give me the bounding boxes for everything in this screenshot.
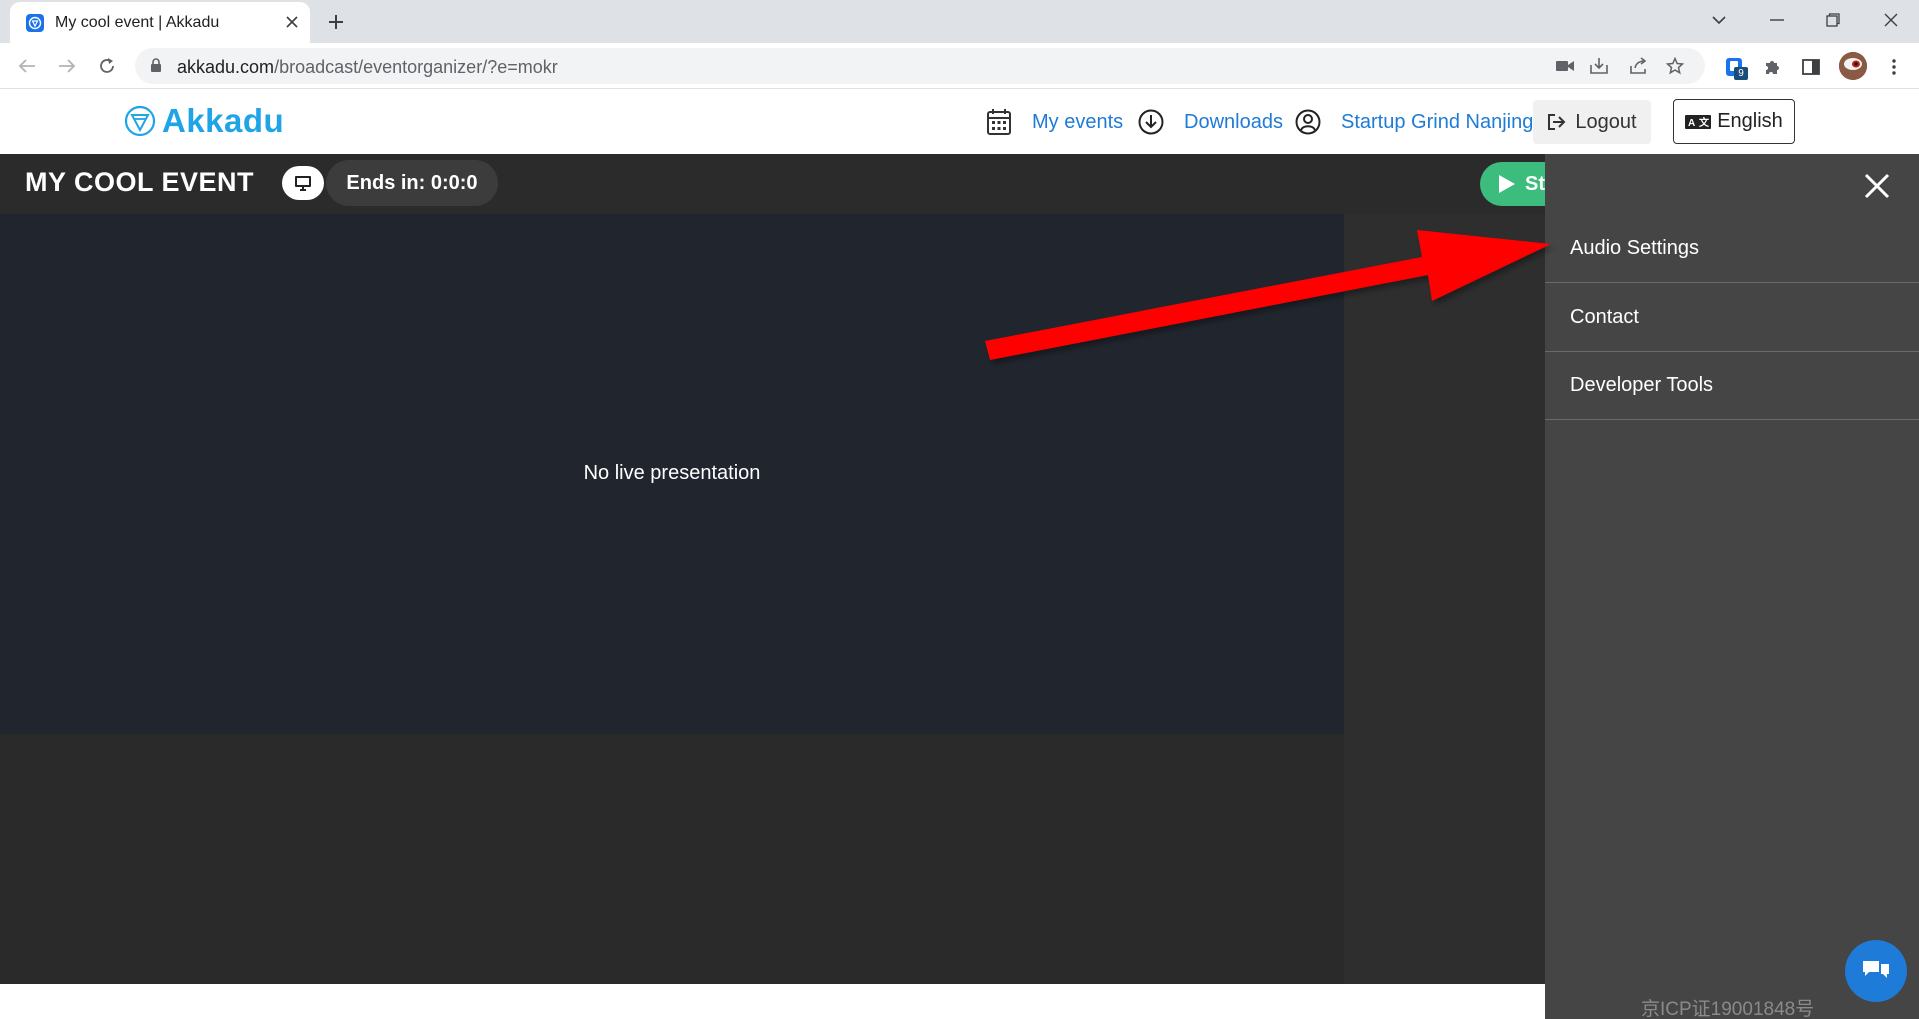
- tab-close-icon[interactable]: [280, 10, 304, 34]
- tab-title: My cool event | Akkadu: [55, 14, 220, 31]
- organization-link[interactable]: Startup Grind Nanjing: [1341, 111, 1533, 134]
- camera-icon[interactable]: [1553, 54, 1577, 78]
- menu-item-audio-settings[interactable]: Audio Settings: [1545, 215, 1919, 283]
- url-text: akkadu.com/broadcast/eventorganizer/?e=m…: [177, 57, 558, 78]
- start-broadcast-label: St: [1525, 173, 1545, 195]
- ends-in-timer: Ends in: 0:0:0: [326, 160, 498, 206]
- extension-badge: 9: [1734, 67, 1748, 80]
- language-icon: A文: [1685, 114, 1712, 129]
- monitor-icon: [295, 176, 311, 191]
- extension-shield-icon[interactable]: 9: [1722, 55, 1748, 80]
- screen-share-button[interactable]: [282, 166, 324, 200]
- logo-text: Akkadu: [162, 102, 285, 139]
- calendar-icon: [987, 109, 1011, 135]
- no-presentation-message: No live presentation: [583, 462, 761, 484]
- svg-text:文: 文: [1699, 116, 1710, 129]
- nav-my-events[interactable]: My events: [986, 106, 1123, 138]
- restore-window-icon[interactable]: [1808, 4, 1858, 36]
- icp-license-text: 京ICP证19001848号: [1641, 999, 1815, 1019]
- chat-button[interactable]: [1845, 940, 1907, 1002]
- logout-button[interactable]: Logout: [1533, 100, 1651, 144]
- browser-tab-strip: My cool event | Akkadu: [0, 0, 1919, 43]
- close-window-icon[interactable]: [1866, 4, 1916, 36]
- event-title: MY COOL EVENT: [25, 167, 255, 197]
- play-icon: [1499, 175, 1515, 193]
- nav-organization[interactable]: Startup Grind Nanjing: [1295, 106, 1533, 138]
- back-arrow-icon[interactable]: [12, 51, 42, 81]
- screen: My cool event | Akkadu akkadu.com/broadc…: [0, 0, 1919, 1019]
- akkadu-logo-icon: [124, 105, 156, 137]
- lower-panel: [0, 734, 1344, 984]
- new-tab-plus-icon[interactable]: [322, 8, 350, 36]
- my-events-link[interactable]: My events: [1032, 111, 1123, 134]
- akkadu-logo[interactable]: Akkadu: [124, 102, 284, 140]
- svg-text:A: A: [1688, 118, 1695, 129]
- sign-out-icon: [1548, 114, 1566, 130]
- menu-item-label: Audio Settings: [1570, 237, 1699, 259]
- menu-item-label: Contact: [1570, 306, 1639, 328]
- site-header: Akkadu My events Downloads Startup Grind…: [0, 89, 1919, 154]
- event-bar: MY COOL EVENT Ends in: 0:0:0 St: [0, 154, 1560, 214]
- language-button[interactable]: A文 English: [1673, 99, 1795, 144]
- tab-search-chevron-down-icon[interactable]: [1694, 4, 1744, 36]
- reload-icon[interactable]: [92, 51, 122, 81]
- side-panel: [1344, 214, 1545, 984]
- lock-icon: [151, 58, 161, 72]
- menu-item-label: Developer Tools: [1570, 374, 1714, 396]
- language-label: English: [1717, 110, 1783, 132]
- menu-item-developer-tools[interactable]: Developer Tools: [1545, 352, 1919, 420]
- browser-menu-kebab-icon[interactable]: [1882, 55, 1906, 79]
- logout-label: Logout: [1575, 110, 1637, 133]
- page-footer-strip: [0, 984, 1545, 1019]
- forward-arrow-icon[interactable]: [52, 51, 82, 81]
- chat-icon: [1863, 961, 1889, 978]
- akkadu-favicon-icon: [26, 14, 44, 32]
- settings-drawer: Audio Settings Contact Developer Tools 京…: [1545, 154, 1919, 1019]
- extensions-puzzle-icon[interactable]: [1760, 55, 1784, 79]
- menu-item-contact[interactable]: Contact: [1545, 284, 1919, 352]
- install-app-icon[interactable]: [1587, 54, 1611, 78]
- share-icon[interactable]: [1626, 54, 1650, 78]
- user-circle-icon: [1295, 109, 1321, 135]
- nav-downloads[interactable]: Downloads: [1138, 106, 1283, 138]
- side-panel-icon[interactable]: [1799, 55, 1823, 79]
- address-bar[interactable]: akkadu.com/broadcast/eventorganizer/?e=m…: [135, 48, 1705, 84]
- browser-toolbar: akkadu.com/broadcast/eventorganizer/?e=m…: [0, 43, 1919, 89]
- close-icon[interactable]: [1859, 168, 1895, 204]
- download-circle-icon: [1138, 109, 1164, 135]
- downloads-link[interactable]: Downloads: [1184, 111, 1283, 134]
- url-path: /broadcast/eventorganizer/?e=mokr: [274, 57, 558, 77]
- minimize-icon[interactable]: [1752, 4, 1802, 36]
- profile-avatar[interactable]: [1839, 52, 1867, 80]
- url-host: akkadu.com: [177, 57, 275, 77]
- browser-tab[interactable]: My cool event | Akkadu: [10, 2, 310, 43]
- presentation-stage: No live presentation: [0, 214, 1344, 734]
- bookmark-star-icon[interactable]: [1663, 54, 1687, 78]
